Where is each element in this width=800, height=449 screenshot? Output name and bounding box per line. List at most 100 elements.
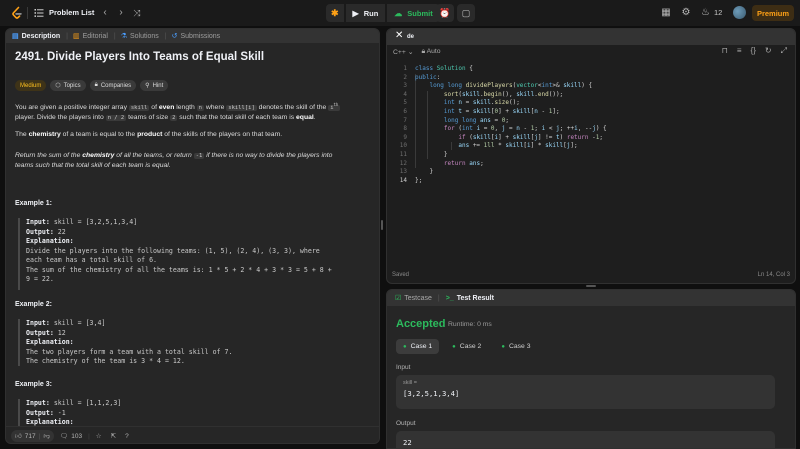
output-label: Output:	[26, 408, 54, 417]
bold-text: chemistry	[82, 152, 115, 159]
tab-test-result-label: Test Result	[456, 294, 494, 302]
example-3-title: Example 3:	[15, 381, 52, 388]
description-tabs: ▤ Description | ▥ Editorial | ⚗ Solution…	[6, 29, 379, 43]
inline-code: n / 2	[105, 114, 127, 121]
text: denotes the skill of the	[256, 103, 329, 111]
format-icon[interactable]: ≡	[737, 46, 742, 56]
tag-icon: ⬡	[55, 83, 61, 89]
premium-button[interactable]: Premium	[752, 5, 794, 21]
line-number: 3	[403, 82, 407, 90]
comments-button[interactable]: 🗨︎ 103	[57, 430, 85, 442]
hint-tag[interactable]: ⚲ Hint	[140, 80, 169, 91]
input-label: Input:	[26, 319, 50, 327]
code-line: long long ans = 0;	[443, 116, 509, 124]
fire-icon[interactable]: ♨	[701, 7, 710, 19]
tab-submissions[interactable]: ↺ Submissions	[172, 32, 227, 41]
tab-editorial[interactable]: ▥ Editorial	[72, 32, 114, 41]
gear-icon[interactable]: ⚙	[680, 7, 692, 19]
help-icon[interactable]: ?	[122, 430, 132, 442]
submit-label: Submit	[407, 8, 433, 18]
text: player. Divide the players into	[15, 113, 106, 121]
case-tab[interactable]: ● Case 2	[445, 339, 488, 354]
language-label: C++	[393, 49, 406, 56]
chevron-right-icon[interactable]: ›	[115, 7, 127, 19]
example-output-line: Output: 22	[26, 228, 368, 238]
debug-button[interactable]: ✱	[326, 4, 344, 22]
topics-label: Topics	[63, 82, 81, 89]
horizontal-resize-handle[interactable]	[586, 285, 596, 287]
leetcode-logo-icon[interactable]	[10, 6, 24, 20]
like-button[interactable]: 👍︎ 717 | 👎︎	[11, 430, 54, 442]
mode-toggle[interactable]: 🔒︎ Auto	[421, 48, 440, 56]
output-label: Output:	[26, 328, 54, 337]
star-icon[interactable]: ☆	[93, 430, 105, 442]
thumbs-up-icon: 👍︎	[15, 433, 22, 440]
tab-solutions-label: Solutions	[130, 32, 159, 40]
inline-code: ith	[328, 102, 341, 111]
streak-count[interactable]: 12	[714, 8, 722, 17]
checkbox-icon: ☑	[395, 295, 402, 302]
chevron-left-icon[interactable]: ‹	[99, 7, 111, 19]
topics-tag[interactable]: ⬡ Topics	[50, 80, 86, 91]
maximize-icon[interactable]: ⤢	[781, 46, 787, 56]
output-label: Output	[396, 420, 416, 427]
code-toolbar-actions: ⊓ ≡ {} ↻ ⤢	[722, 46, 787, 56]
problem-content: 2491. Divide Players Into Teams of Equal…	[15, 51, 370, 427]
text: of the skills of the players on that tea…	[162, 131, 283, 138]
problem-title[interactable]: 2491. Divide Players Into Teams of Equal…	[15, 51, 370, 63]
text: of a team is equal to the	[60, 131, 138, 138]
problem-list-link[interactable]: Problem List	[49, 8, 94, 17]
list-icon[interactable]	[34, 8, 44, 18]
submit-button[interactable]: ☁ Submit	[387, 4, 440, 22]
alarm-clock-button[interactable]: ⏰	[436, 4, 454, 22]
text: such that the total skill of each team i…	[177, 113, 297, 121]
share-icon[interactable]: ⇱	[108, 430, 119, 442]
example-input-line: Input: skill = [3,4]	[26, 319, 368, 329]
tab-test-result[interactable]: >_ Test Result	[446, 295, 494, 302]
tab-description[interactable]: ▤ Description	[12, 32, 66, 41]
lock-icon: 🔒︎	[421, 48, 426, 55]
inline-code: skill[i]	[226, 104, 257, 111]
case-label: Case 2	[459, 343, 482, 350]
case-tab[interactable]: ● Case 3	[494, 339, 537, 354]
bold-text: product	[137, 131, 163, 138]
tab-solutions[interactable]: ⚗ Solutions	[121, 32, 165, 41]
line-number: 11	[399, 151, 407, 158]
layout-grid-icon[interactable]: ▦	[660, 7, 672, 19]
avatar[interactable]	[733, 6, 746, 19]
language-select[interactable]: C++ ⌄	[393, 48, 413, 56]
explanation-line: The chemistry of the team is 3 * 4 = 12.	[26, 357, 185, 365]
difficulty-badge: Medium	[15, 80, 47, 91]
code-line: }	[415, 168, 434, 176]
book-icon: ▥	[72, 33, 80, 40]
tab-testcase[interactable]: ☑ Testcase	[395, 294, 432, 303]
notes-button[interactable]: ▢	[457, 4, 475, 22]
divider	[27, 7, 28, 19]
reset-icon[interactable]: ↻	[765, 46, 772, 56]
run-button[interactable]: ▶ Run	[345, 4, 386, 22]
line-number: 8	[403, 125, 407, 133]
braces-icon[interactable]: {}	[751, 46, 756, 56]
shuffle-icon[interactable]: ⤨	[131, 7, 143, 19]
bold-text: even	[158, 103, 175, 111]
thumbs-down-icon[interactable]: 👎︎	[43, 432, 50, 440]
example-input-line: Input: skill = [3,2,5,1,3,4]	[26, 218, 368, 228]
vertical-resize-handle[interactable]	[381, 220, 383, 230]
companies-label: Companies	[100, 82, 132, 89]
bookmark-icon[interactable]: ⊓	[722, 46, 728, 56]
code-tab-label[interactable]: de	[407, 34, 414, 40]
tab-separator: |	[437, 294, 440, 302]
bold-text: chemistry	[28, 131, 61, 138]
explanation-line: Divide the players into the following te…	[26, 246, 320, 255]
play-icon: ▶	[352, 8, 359, 18]
example-input-line: Input: skill = [1,1,2,3]	[26, 399, 368, 409]
close-icon[interactable]: ✕	[395, 30, 403, 41]
case-tab[interactable]: ● Case 1	[396, 339, 440, 354]
companies-tag[interactable]: 🔒︎ Companies	[89, 80, 137, 91]
line-number: 1	[403, 65, 407, 72]
input-box: skill = [3,2,5,1,3,4]	[396, 375, 775, 409]
inline-code: skill	[128, 104, 150, 111]
mode-label: Auto	[426, 48, 441, 55]
code-line: for (int i = 0, j = n - 1; i < j; ++i, -…	[443, 125, 607, 133]
bold-text: equal	[296, 113, 314, 121]
